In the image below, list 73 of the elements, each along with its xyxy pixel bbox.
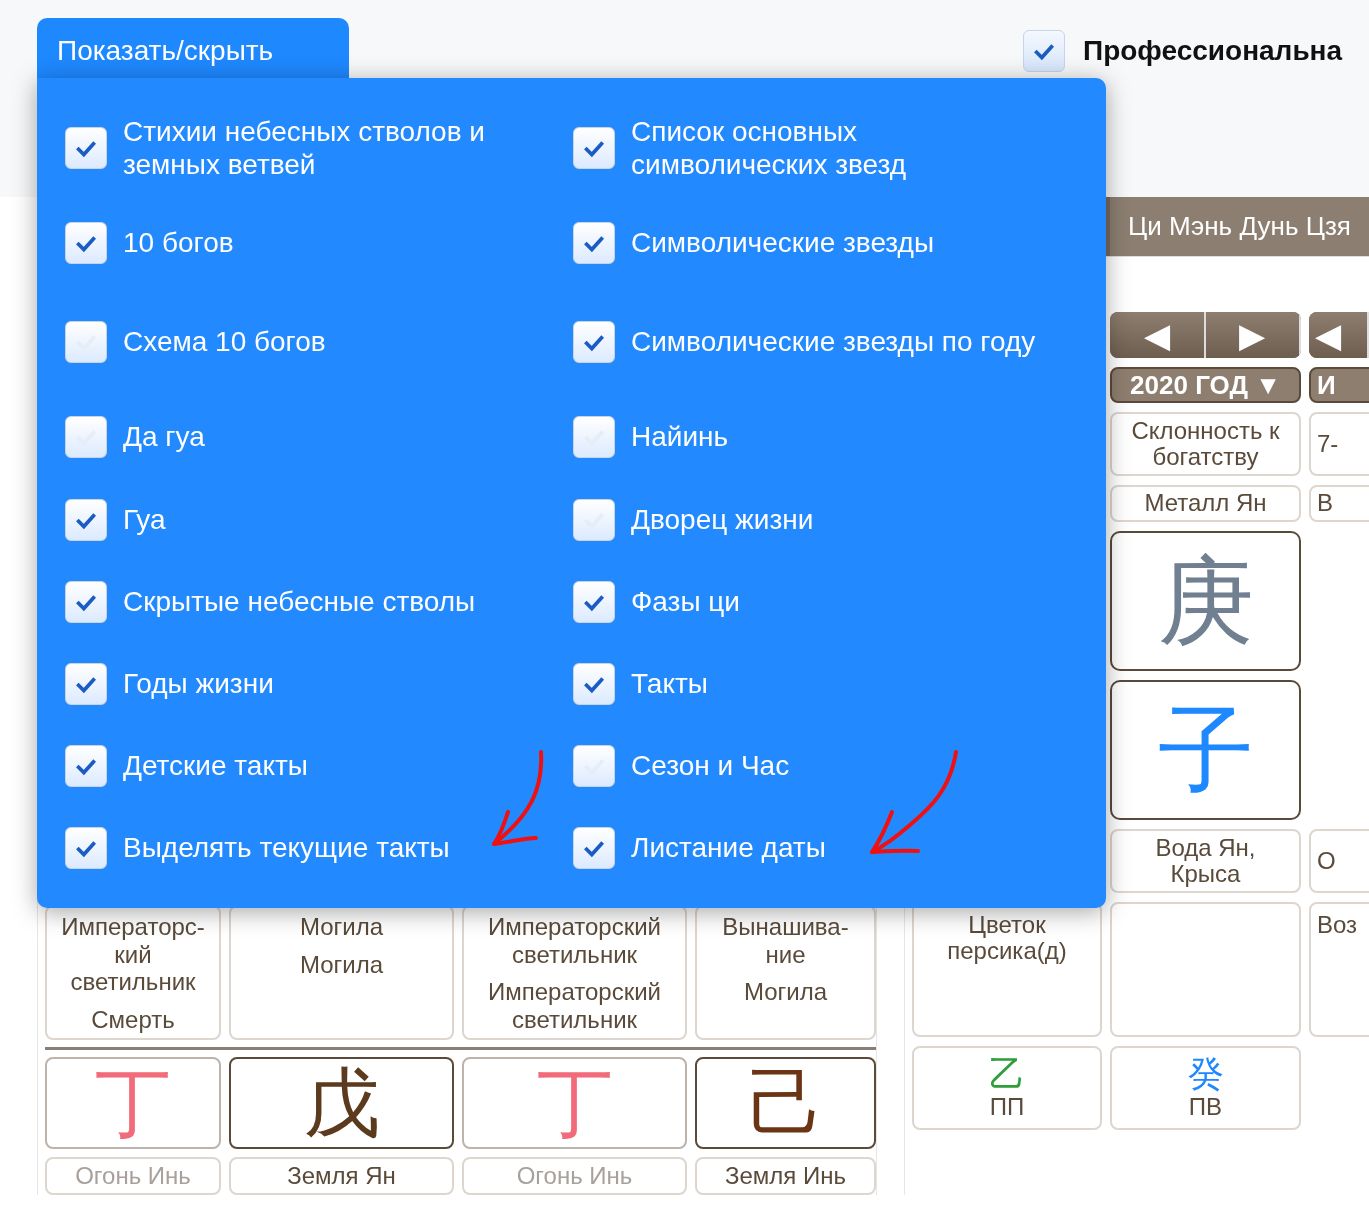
checkbox[interactable] (65, 827, 107, 869)
checkbox-label: Профессиональна (1083, 35, 1343, 67)
checkbox[interactable] (573, 416, 615, 458)
star-name: Могила (299, 950, 384, 979)
checkbox-label: Символические звезды (631, 226, 935, 260)
checkbox[interactable] (573, 222, 615, 264)
stem-character: 己 (747, 1065, 824, 1141)
checkbox-label: Фазы ци (631, 585, 740, 619)
checkbox[interactable] (573, 745, 615, 787)
checkbox-label: Стихии небесных стволов и земных ветвей (123, 114, 486, 182)
checkbox[interactable] (65, 581, 107, 623)
star-name: Смерть (91, 1005, 175, 1034)
table-cell: Огонь Инь (45, 1157, 221, 1195)
star-name: Могила (299, 913, 384, 941)
checkbox-label: Детские такты (123, 749, 308, 783)
stem-character: 丁 (95, 1065, 171, 1141)
stem-label: ПП (989, 1093, 1025, 1121)
checkbox[interactable] (65, 745, 107, 787)
stem-character: 丁 (536, 1065, 613, 1141)
checkbox[interactable] (65, 499, 107, 541)
checkbox-label: Листание даты (631, 831, 826, 865)
star-name: Императорский светильник (487, 978, 662, 1034)
checkbox-label: Найинь (631, 420, 729, 454)
checkbox-label: Скрытые небесные стволы (123, 585, 476, 619)
star-name: Императорский светильник (487, 913, 662, 969)
star-name: Императорс- кий светильник (61, 913, 205, 996)
checkbox[interactable] (65, 663, 107, 705)
checkbox[interactable] (65, 321, 107, 363)
stem-character: 庚 (1157, 553, 1254, 649)
arrow-button[interactable]: ◀ (1309, 312, 1369, 358)
star-name: Вынашива- ние (722, 913, 849, 969)
period-dropdown[interactable]: И (1309, 367, 1369, 403)
checkbox[interactable] (573, 321, 615, 363)
arrow-button[interactable]: ▶ (1205, 312, 1301, 358)
checkbox[interactable] (573, 581, 615, 623)
stem-character: 癸 (1187, 1055, 1224, 1092)
checkbox-label: 10 богов (123, 226, 234, 260)
checkbox-label: Список основных символических звезд (631, 114, 908, 182)
table-cell: О (1309, 829, 1369, 893)
tab[interactable]: Ци Мэнь Дунь Цзя (1110, 197, 1369, 256)
checkbox-label: Да гуа (123, 420, 205, 454)
table-cell: Склонность к богатству (1110, 412, 1301, 476)
table-cell: Земля Ян (229, 1157, 454, 1195)
branch-character: 子 (1157, 702, 1254, 798)
checkbox[interactable] (573, 663, 615, 705)
checkbox[interactable] (65, 222, 107, 264)
table-cell: В (1309, 485, 1369, 522)
star-name: Могила (743, 978, 828, 1006)
table-cell: Металл Ян (1110, 485, 1301, 522)
stem-character: 乙 (989, 1055, 1025, 1092)
checkbox-label: Выделять текущие такты (123, 831, 450, 865)
stem-label: ПВ (1188, 1093, 1223, 1121)
table-cell: Вода Ян, Крыса (1110, 829, 1301, 893)
checkbox-label: Гуа (123, 503, 166, 537)
checkbox-label: Дворец жизни (631, 503, 814, 537)
checkbox[interactable] (65, 416, 107, 458)
checkbox-label: Символические звезды по году (631, 325, 1036, 359)
table-cell: 7- (1309, 412, 1369, 476)
period-dropdown[interactable]: 2020 ГОД ▼ (1110, 367, 1301, 403)
table-cell: Воз (1309, 902, 1369, 1037)
checkbox[interactable] (65, 127, 107, 169)
checkbox-label: Сезон и Час (631, 749, 790, 783)
table-cell: Огонь Инь (462, 1157, 687, 1195)
stem-character: 戊 (303, 1065, 380, 1141)
checkbox-label: Такты (631, 667, 708, 701)
checkbox[interactable] (573, 827, 615, 869)
checkbox[interactable] (573, 127, 615, 169)
table-cell: Земля Инь (695, 1157, 876, 1195)
arrow-button[interactable]: ◀ (1110, 312, 1206, 358)
checkbox-label: Схема 10 богов (123, 325, 326, 359)
checkbox[interactable] (1023, 30, 1065, 72)
checkbox-label: Годы жизни (123, 667, 274, 701)
checkbox[interactable] (573, 499, 615, 541)
